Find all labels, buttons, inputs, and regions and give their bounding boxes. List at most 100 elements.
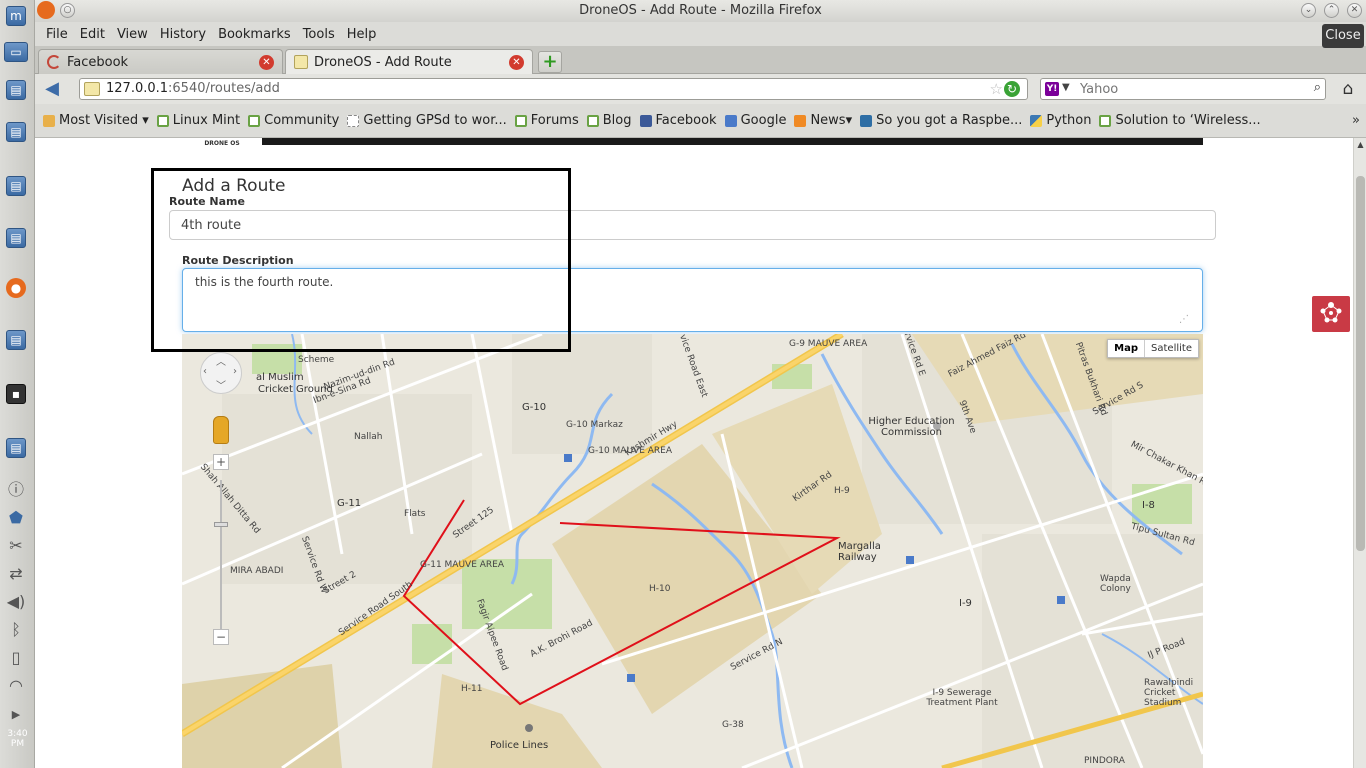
menu-bookmarks[interactable]: Bookmarks [212,27,297,42]
reload-button[interactable]: ↻ [1004,81,1020,97]
route-map[interactable]: Scheme Nazim-ud-din Rd Ibn-e-Sina Rd al … [182,334,1203,768]
map-label: H-11 [461,684,483,694]
map-label: I-8 [1142,500,1155,511]
tab-facebook[interactable]: Facebook ✕ [38,49,283,74]
pan-right-icon[interactable]: › [233,366,237,377]
chevron-right-icon[interactable]: » [1352,113,1360,128]
extension-widget-icon[interactable] [1312,296,1350,332]
menu-history[interactable]: History [154,27,212,42]
bookmark-blog[interactable]: Blog [584,113,637,128]
zoom-out-button[interactable]: − [213,629,229,645]
panel-arrow-icon[interactable]: ▶ [5,704,27,724]
window-icon[interactable]: ▤ [6,122,26,142]
map-type-satellite-button[interactable]: Satellite [1144,340,1198,357]
menu-view[interactable]: View [111,27,154,42]
pan-up-icon[interactable]: ︿ [216,353,226,368]
volume-icon[interactable]: ◀) [5,592,27,612]
bookmark-getting-gpsd[interactable]: Getting GPSd to wor... [344,113,511,128]
mint-menu-icon[interactable]: m [6,6,26,26]
zoom-in-button[interactable]: + [213,454,229,470]
map-label: G-10 [522,402,547,413]
minimize-button[interactable]: ⌄ [1301,3,1316,18]
menu-edit[interactable]: Edit [74,27,111,42]
bookmark-facebook[interactable]: Facebook [637,113,722,128]
route-name-input[interactable] [169,210,1216,240]
bookmark-forums[interactable]: Forums [512,113,584,128]
document-icon[interactable]: ▤ [6,438,26,458]
vertical-scrollbar[interactable]: ▲ [1353,138,1366,768]
scrollbar-thumb[interactable] [1356,176,1365,551]
zoom-slider-track[interactable] [220,480,222,630]
search-engine-dropdown-icon[interactable]: ▼ [1062,82,1070,93]
battery-icon[interactable]: ▯ [5,648,27,668]
scissors-icon[interactable]: ✂ [5,536,27,556]
bookmark-label: Blog [602,113,632,128]
navigation-bar: ◀ 127.0.0.1:6540/routes/add ☆ ▼ ↻ Y! ▼ ⌕… [35,74,1366,104]
map-label: Police Lines [490,740,549,751]
page-title: Add a Route [182,176,286,196]
resize-grip-icon[interactable]: ⋰ [1179,314,1189,325]
terminal-icon[interactable]: ▪ [6,384,26,404]
back-button[interactable]: ◀ [41,79,63,99]
close-window-button[interactable]: ✕ [1347,3,1362,18]
scroll-up-icon[interactable]: ▲ [1354,138,1366,151]
yahoo-engine-icon[interactable]: Y! [1045,82,1059,96]
bookmark-raspberry[interactable]: So you got a Raspbe... [857,113,1027,128]
url-text[interactable]: 127.0.0.1:6540/routes/add [106,81,280,96]
site-identity-icon[interactable] [84,82,100,96]
window-icon[interactable]: ▤ [6,228,26,248]
bluetooth-icon[interactable]: ᛒ [5,620,27,640]
new-tab-button[interactable]: + [538,51,562,73]
info-icon[interactable]: ⓘ [5,480,27,500]
close-tab-icon[interactable]: ✕ [259,54,274,70]
map-type-map-button[interactable]: Map [1108,340,1145,357]
map-type-control: Map Satellite [1107,339,1199,358]
menu-file[interactable]: File [40,27,74,42]
window-titlebar[interactable]: ○ DroneOS - Add Route - Mozilla Firefox … [35,0,1366,22]
window-title: DroneOS - Add Route - Mozilla Firefox [579,3,822,18]
close-tab-icon[interactable]: ✕ [509,54,524,70]
zoom-slider-handle[interactable] [214,522,228,527]
bookmark-community[interactable]: Community [245,113,344,128]
bookmark-python[interactable]: Python [1027,113,1096,128]
tab-label: DroneOS - Add Route [314,54,452,70]
app-icon[interactable]: ▤ [6,330,26,350]
search-bar[interactable]: Y! ▼ ⌕ [1040,78,1326,100]
bookmark-news[interactable]: News ▾ [791,113,857,128]
map-canvas[interactable] [182,334,1203,768]
binoculars-icon[interactable]: ⌕ [1314,80,1321,95]
network-icon[interactable]: ⇄ [5,564,27,584]
pan-left-icon[interactable]: ‹ [203,366,207,377]
site-header [182,138,1203,145]
map-label: Higher Education Commission [868,416,955,438]
bookmark-wireless[interactable]: Solution to ‘Wireless... [1096,113,1265,128]
loading-icon [47,55,61,69]
bookmark-linux-mint[interactable]: Linux Mint [154,113,245,128]
street-view-pegman-icon[interactable] [213,416,229,444]
menu-tools[interactable]: Tools [297,27,341,42]
url-bar[interactable]: 127.0.0.1:6540/routes/add ☆ ▼ [79,78,1028,100]
window-icon[interactable]: ▤ [6,176,26,196]
bookmark-google[interactable]: Google [722,113,792,128]
menubar: File Edit View History Bookmarks Tools H… [35,22,1366,46]
system-clock[interactable]: 3:40 PM [0,729,35,749]
home-button[interactable]: ⌂ [1337,79,1359,99]
bookmark-label: Solution to ‘Wireless... [1115,113,1261,128]
shield-icon[interactable]: ⬟ [5,508,27,528]
desktop-icon[interactable]: ▭ [4,42,28,62]
maximize-button[interactable]: ⌃ [1324,3,1339,18]
pan-down-icon[interactable]: ﹀ [216,377,226,392]
mint-icon [514,114,527,127]
pan-control[interactable]: ︿ ﹀ ‹ › [200,352,242,394]
site-logo[interactable]: DRONE OS [182,138,262,154]
route-description-input[interactable]: this is the fourth route. [182,268,1203,332]
wifi-icon[interactable]: ◠ [5,676,27,696]
window-icon[interactable]: ▤ [6,80,26,100]
firefox-icon[interactable]: ● [6,278,26,298]
search-input[interactable] [1078,80,1298,98]
menu-help[interactable]: Help [341,27,383,42]
tab-droneos-add-route[interactable]: DroneOS - Add Route ✕ [285,49,533,74]
bookmark-star-icon[interactable]: ☆ [990,80,1003,98]
bookmark-most-visited[interactable]: Most Visited ▾ [40,113,154,128]
window-menu-button[interactable]: ○ [60,3,75,18]
